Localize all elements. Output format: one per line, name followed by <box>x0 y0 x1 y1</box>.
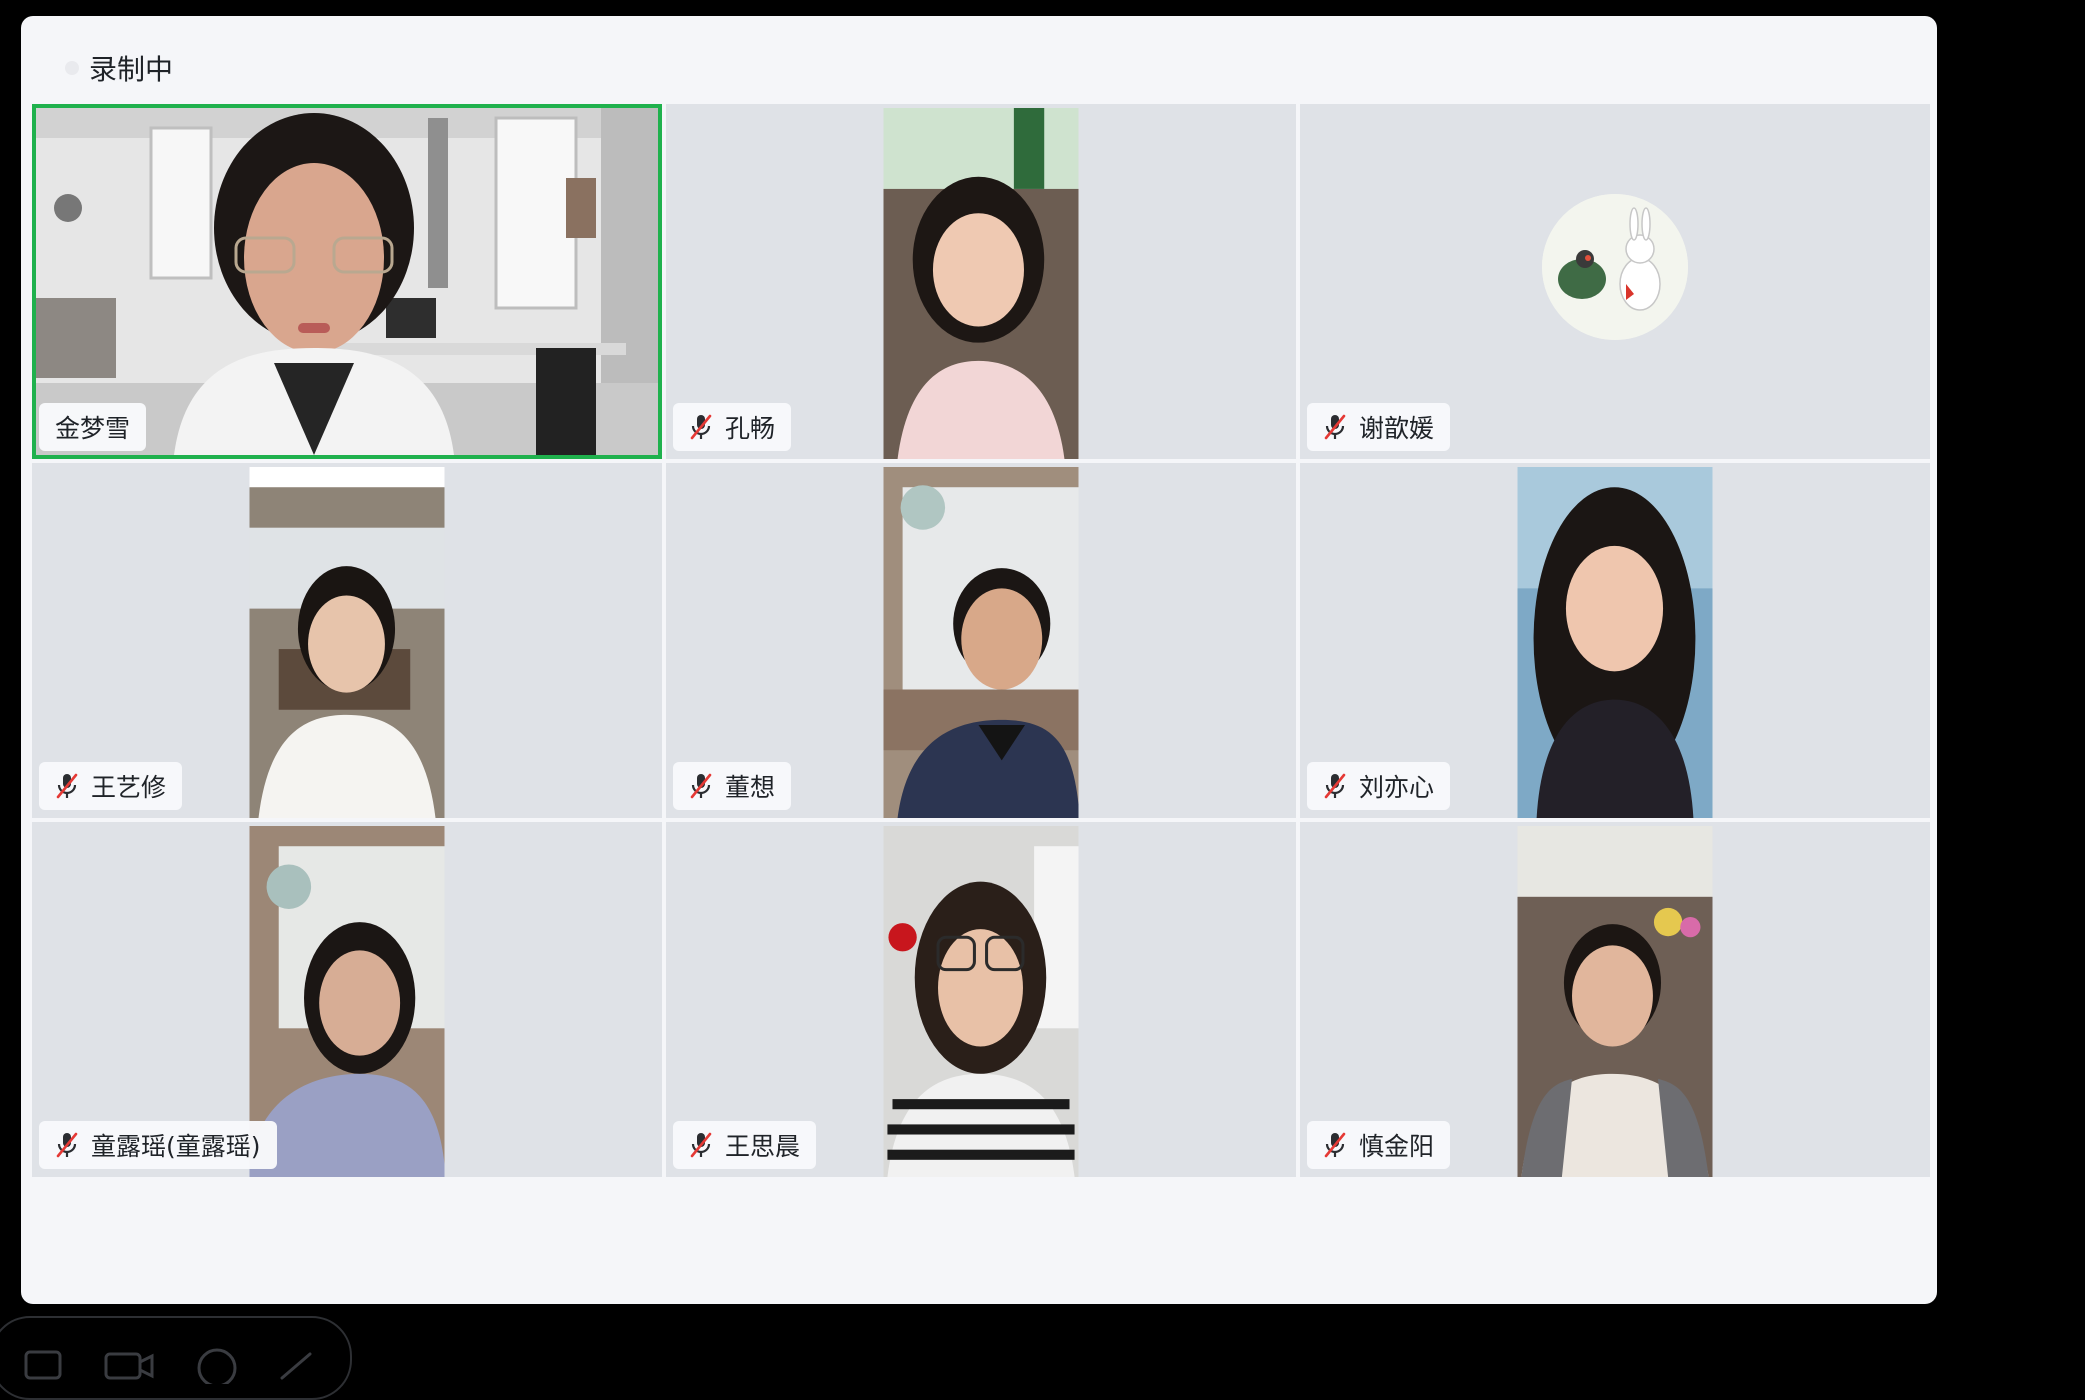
participant-name-tag: 董想 <box>673 762 792 810</box>
recording-dot-icon <box>65 61 79 75</box>
participant-name: 童露瑶(童露瑶) <box>91 1132 261 1161</box>
video-tile[interactable]: 谢歆媛 <box>1300 104 1930 459</box>
bottom-toolbar <box>0 1316 352 1400</box>
video-tile[interactable]: 孔畅 <box>666 104 1296 459</box>
chat-icon[interactable] <box>192 1344 242 1384</box>
edit-icon[interactable] <box>274 1344 318 1384</box>
video-tile[interactable]: 王思晨 <box>666 822 1296 1177</box>
mic-muted-icon <box>689 1131 713 1159</box>
recording-label: 录制中 <box>89 53 174 86</box>
mic-muted-icon <box>1323 772 1347 800</box>
participant-name: 刘亦心 <box>1359 773 1435 802</box>
participant-name: 孔畅 <box>725 414 776 443</box>
video-tile[interactable]: 王艺修 <box>32 463 662 818</box>
video-tile[interactable]: 刘亦心 <box>1300 463 1930 818</box>
video-feed-portrait <box>883 108 1079 459</box>
participant-name: 王思晨 <box>725 1132 801 1161</box>
participant-name-tag: 孔畅 <box>673 403 792 451</box>
video-feed-portrait <box>249 826 445 1177</box>
participant-name-tag: 王艺修 <box>39 762 183 810</box>
participant-name: 金梦雪 <box>55 414 131 443</box>
screen-share-icon[interactable] <box>22 1344 66 1384</box>
mic-muted-icon <box>1323 413 1347 441</box>
participant-name-tag: 谢歆媛 <box>1307 403 1451 451</box>
mic-muted-icon <box>689 772 713 800</box>
participant-name: 谢歆媛 <box>1359 414 1435 443</box>
meeting-window: 录制中 金梦雪 孔畅 谢歆媛 王艺修 董想 刘亦心 童露瑶(童露瑶) 王思晨 慎… <box>21 16 1937 1304</box>
video-tile[interactable]: 董想 <box>666 463 1296 818</box>
mic-muted-icon <box>55 1131 79 1159</box>
participant-name-tag: 王思晨 <box>673 1121 817 1169</box>
video-feed-portrait <box>1517 467 1713 818</box>
video-tile[interactable]: 金梦雪 <box>32 104 662 459</box>
video-feed-portrait <box>883 467 1079 818</box>
mic-muted-icon <box>689 413 713 441</box>
participant-name-tag: 刘亦心 <box>1307 762 1451 810</box>
participant-name: 董想 <box>725 773 776 802</box>
participant-name: 慎金阳 <box>1359 1132 1435 1161</box>
participant-name: 王艺修 <box>91 773 167 802</box>
video-feed-portrait <box>883 826 1079 1177</box>
video-tile[interactable]: 童露瑶(童露瑶) <box>32 822 662 1177</box>
participant-name-tag: 童露瑶(童露瑶) <box>39 1121 277 1169</box>
recording-indicator: 录制中 <box>65 38 173 98</box>
mic-muted-icon <box>1323 1131 1347 1159</box>
profile-avatar <box>1542 193 1688 340</box>
participant-name-tag: 慎金阳 <box>1307 1121 1451 1169</box>
video-feed-portrait <box>249 467 445 818</box>
participant-name-tag: 金梦雪 <box>39 403 147 451</box>
mic-muted-icon <box>55 772 79 800</box>
video-grid: 金梦雪 孔畅 谢歆媛 王艺修 董想 刘亦心 童露瑶(童露瑶) 王思晨 慎金阳 <box>32 104 1930 1187</box>
camera-icon[interactable] <box>102 1344 156 1384</box>
video-feed-portrait <box>1517 826 1713 1177</box>
video-tile[interactable]: 慎金阳 <box>1300 822 1930 1177</box>
